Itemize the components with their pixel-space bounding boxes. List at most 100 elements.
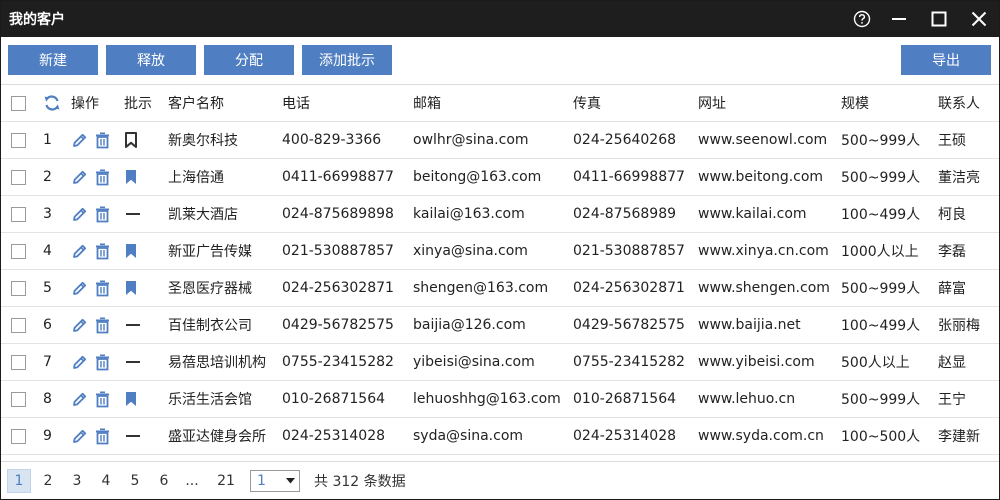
cell-scale: 100~500人 <box>841 429 921 445</box>
page-1[interactable]: 1 <box>7 468 31 493</box>
cell-fax: 024-25314028 <box>573 428 677 444</box>
cell-website: www.yibeisi.com <box>698 354 815 370</box>
row-note <box>124 391 168 407</box>
table-row[interactable]: 7 易蓓思培训机构 0755-23415282 yibeisi@sina.com 075… <box>1 344 999 381</box>
new-button[interactable]: 新建 <box>8 45 98 75</box>
refresh-icon[interactable] <box>43 94 61 112</box>
delete-icon[interactable] <box>94 243 111 260</box>
close-button[interactable] <box>959 1 999 37</box>
bookmark-filled-icon[interactable] <box>124 391 138 407</box>
delete-icon[interactable] <box>94 354 111 371</box>
dropdown-arrow-icon <box>286 477 295 483</box>
bookmark-filled-icon[interactable] <box>124 243 138 259</box>
delete-icon[interactable] <box>94 317 111 334</box>
cell-contact: 王宁 <box>938 392 966 408</box>
table-header: 操作 批示 客户名称 电话 邮箱 传真 网址 规模 联系人 <box>1 85 999 122</box>
refresh-cell <box>37 94 71 112</box>
export-button[interactable]: 导出 <box>901 45 991 75</box>
row-checkbox[interactable] <box>11 428 26 444</box>
release-button[interactable]: 释放 <box>106 45 196 75</box>
row-checkbox[interactable] <box>11 243 26 259</box>
cell-fax: 0755-23415282 <box>573 354 685 370</box>
page-last[interactable]: 21 <box>214 469 238 493</box>
bookmark-filled-icon[interactable] <box>124 169 138 185</box>
row-note <box>124 280 168 296</box>
page-5[interactable]: 5 <box>123 469 147 493</box>
edit-icon[interactable] <box>71 428 88 445</box>
edit-icon[interactable] <box>71 280 88 297</box>
table-row[interactable]: 4 新亚广告传媒 021-530887857 xinya@sina.com 021-53… <box>1 233 999 270</box>
add-approval-button[interactable]: 添加批示 <box>302 45 392 75</box>
close-icon <box>971 11 987 27</box>
cell-phone: 024-25314028 <box>282 428 386 444</box>
row-checkbox[interactable] <box>11 132 26 148</box>
row-checkbox[interactable] <box>11 280 26 296</box>
cell-phone: 021-530887857 <box>282 243 394 259</box>
cell-website: www.lehuo.cn <box>698 391 796 407</box>
page-select[interactable]: 1 <box>250 469 300 492</box>
table-row[interactable]: 1 新奥尔科技 400-829-3366 owlhr@sina.com 024-2564… <box>1 122 999 159</box>
header-contact: 联系人 <box>938 96 980 112</box>
bookmark-outline-icon[interactable] <box>124 132 138 148</box>
help-button[interactable] <box>845 1 879 37</box>
cell-customer-name: 盛亚达健身会所 <box>168 429 266 445</box>
page-6[interactable]: 6 <box>152 469 176 493</box>
table-row[interactable]: 6 百佳制衣公司 0429-56782575 baijia@126.com 0429-5… <box>1 307 999 344</box>
dash-icon <box>126 435 140 437</box>
edit-icon[interactable] <box>71 243 88 260</box>
select-all-checkbox[interactable] <box>11 95 26 111</box>
maximize-button[interactable] <box>919 1 959 37</box>
table-row[interactable]: 2 上海倍通 0411-66998877 beitong@163.com 0411-66… <box>1 159 999 196</box>
page-list: 123456 <box>7 468 181 493</box>
minimize-button[interactable] <box>879 1 919 37</box>
cell-contact: 张丽梅 <box>938 318 980 334</box>
cell-customer-name: 凯莱大酒店 <box>168 207 238 223</box>
page-3[interactable]: 3 <box>65 469 89 493</box>
cell-contact: 柯良 <box>938 207 966 223</box>
table-row[interactable]: 9 盛亚达健身会所 024-25314028 syda@sina.com 024-253… <box>1 418 999 455</box>
page-select-value: 1 <box>257 472 266 489</box>
table-row[interactable]: 3 凯莱大酒店 024-875689898 kailai@163.com 024-875… <box>1 196 999 233</box>
edit-icon[interactable] <box>71 132 88 149</box>
cell-email: owlhr@sina.com <box>413 132 529 148</box>
cell-website: www.xinya.cn.com <box>698 243 829 259</box>
edit-icon[interactable] <box>71 169 88 186</box>
row-checkbox[interactable] <box>11 317 26 333</box>
cell-contact: 赵显 <box>938 355 966 371</box>
cell-email: beitong@163.com <box>413 169 542 185</box>
table-row[interactable]: 5 圣恩医疗器械 024-256302871 shengen@163.com 024-2… <box>1 270 999 307</box>
row-checkbox[interactable] <box>11 391 26 407</box>
page-2[interactable]: 2 <box>36 469 60 493</box>
row-checkbox[interactable] <box>11 169 26 185</box>
delete-icon[interactable] <box>94 169 111 186</box>
cell-phone: 400-829-3366 <box>282 132 382 148</box>
header-fax: 传真 <box>573 96 601 112</box>
table-row[interactable]: 8 乐活生活会馆 010-26871564 lehuoshhg@163.com 010-… <box>1 381 999 418</box>
cell-customer-name: 易蓓思培训机构 <box>168 355 266 371</box>
row-checkbox[interactable] <box>11 354 26 370</box>
cell-customer-name: 新亚广告传媒 <box>168 244 252 260</box>
delete-icon[interactable] <box>94 206 111 223</box>
page-4[interactable]: 4 <box>94 469 118 493</box>
cell-email: yibeisi@sina.com <box>413 354 535 370</box>
delete-icon[interactable] <box>94 132 111 149</box>
edit-icon[interactable] <box>71 354 88 371</box>
row-checkbox[interactable] <box>11 206 26 222</box>
minimize-icon <box>892 18 906 20</box>
table-body: 1 新奥尔科技 400-829-3366 owlhr@sina.com 024-2564… <box>1 122 999 455</box>
edit-icon[interactable] <box>71 206 88 223</box>
row-number: 8 <box>43 391 52 407</box>
row-number: 7 <box>43 354 52 370</box>
bookmark-filled-icon[interactable] <box>124 280 138 296</box>
row-note <box>124 169 168 185</box>
delete-icon[interactable] <box>94 428 111 445</box>
assign-button[interactable]: 分配 <box>204 45 294 75</box>
maximize-icon <box>931 11 947 27</box>
cell-contact: 李磊 <box>938 244 966 260</box>
delete-icon[interactable] <box>94 280 111 297</box>
cell-fax: 010-26871564 <box>573 391 677 407</box>
edit-icon[interactable] <box>71 317 88 334</box>
cell-fax: 021-530887857 <box>573 243 685 259</box>
edit-icon[interactable] <box>71 391 88 408</box>
delete-icon[interactable] <box>94 391 111 408</box>
